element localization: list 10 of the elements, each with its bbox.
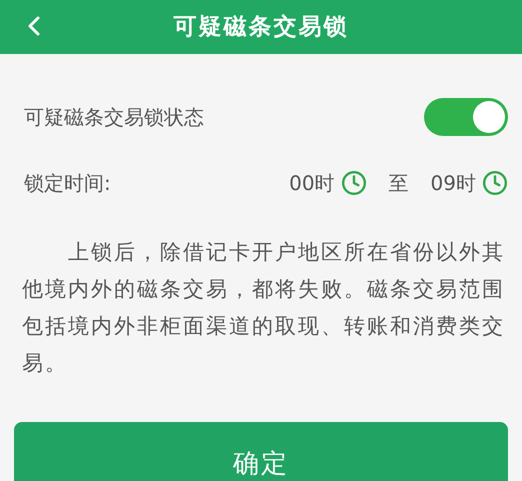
start-time[interactable]: 00时 [289, 168, 335, 198]
description-text: 上锁后，除借记卡开户地区所在省份以外其他境内外的磁条交易，都将失败。磁条交易范围包括境内外非柜面渠道的取现、转账和消费类交易。 [22, 239, 506, 377]
time-separator: 至 [388, 170, 409, 197]
page-title: 可疑磁条交易锁 [174, 12, 348, 42]
toggle-switch[interactable] [424, 98, 508, 136]
end-time[interactable]: 09时 [430, 168, 476, 198]
clock-icon [482, 170, 508, 196]
lock-time-label: 锁定时间: [24, 170, 111, 197]
clock-icon [340, 170, 367, 196]
lock-status-label: 可疑磁条交易锁状态 [24, 104, 204, 131]
